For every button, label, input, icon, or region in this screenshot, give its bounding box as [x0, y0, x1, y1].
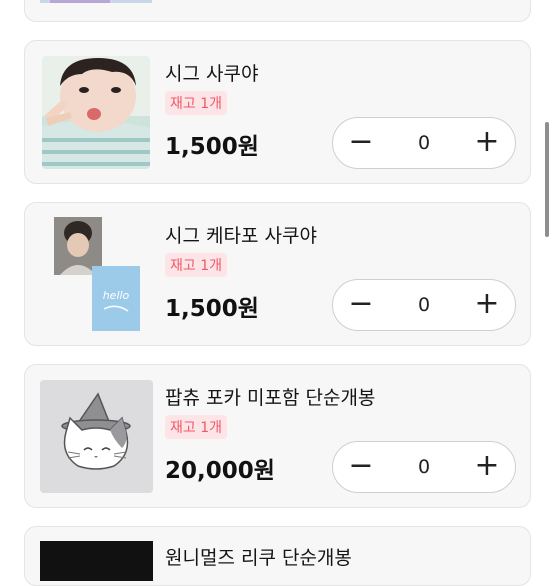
increase-button[interactable]: + [461, 118, 513, 168]
stock-badge: 재고 1개 [165, 91, 227, 115]
product-photo [42, 56, 150, 169]
product-image [40, 380, 153, 493]
stock-badge: 재고 1개 [165, 253, 227, 277]
product-price: 20,000원 [165, 458, 275, 484]
stock-badge: 재고 1개 [165, 415, 227, 439]
product-image [42, 56, 150, 169]
product-card[interactable]: 시그 사쿠야 재고 1개 1,500원 − 0 + [24, 40, 531, 184]
product-card[interactable]: 팝츄 포카 미포함 단순개봉 재고 1개 20,000원 − 0 + [24, 364, 531, 508]
product-card[interactable] [24, 0, 531, 22]
product-photo: hello [54, 217, 140, 331]
product-image: hello [40, 217, 152, 333]
product-card[interactable]: 원니멀즈 리쿠 단순개봉 [24, 526, 531, 586]
product-image [40, 0, 152, 3]
cat-placeholder-icon [40, 380, 153, 493]
product-title: 팝츄 포카 미포함 단순개봉 [165, 387, 376, 409]
product-price: 1,500원 [165, 296, 259, 322]
product-card[interactable]: hello 시그 케타포 사쿠야 재고 1개 1,500원 − 0 + [24, 202, 531, 346]
decrease-button[interactable]: − [335, 280, 387, 330]
quantity-value: 0 [417, 132, 431, 154]
quantity-value: 0 [417, 294, 431, 316]
product-title: 시그 사쿠야 [165, 63, 259, 85]
card-text: hello [103, 289, 130, 302]
quantity-stepper[interactable]: − 0 + [332, 441, 516, 493]
increase-button[interactable]: + [461, 280, 513, 330]
product-title: 원니멀즈 리쿠 단순개봉 [165, 547, 352, 569]
quantity-stepper[interactable]: − 0 + [332, 117, 516, 169]
decrease-button[interactable]: − [335, 442, 387, 492]
product-image [40, 541, 153, 581]
scrollbar[interactable] [545, 122, 549, 237]
product-price: 1,500원 [165, 134, 259, 160]
quantity-value: 0 [417, 456, 431, 478]
increase-button[interactable]: + [461, 442, 513, 492]
quantity-stepper[interactable]: − 0 + [332, 279, 516, 331]
product-title: 시그 케타포 사쿠야 [165, 225, 317, 247]
decrease-button[interactable]: − [335, 118, 387, 168]
